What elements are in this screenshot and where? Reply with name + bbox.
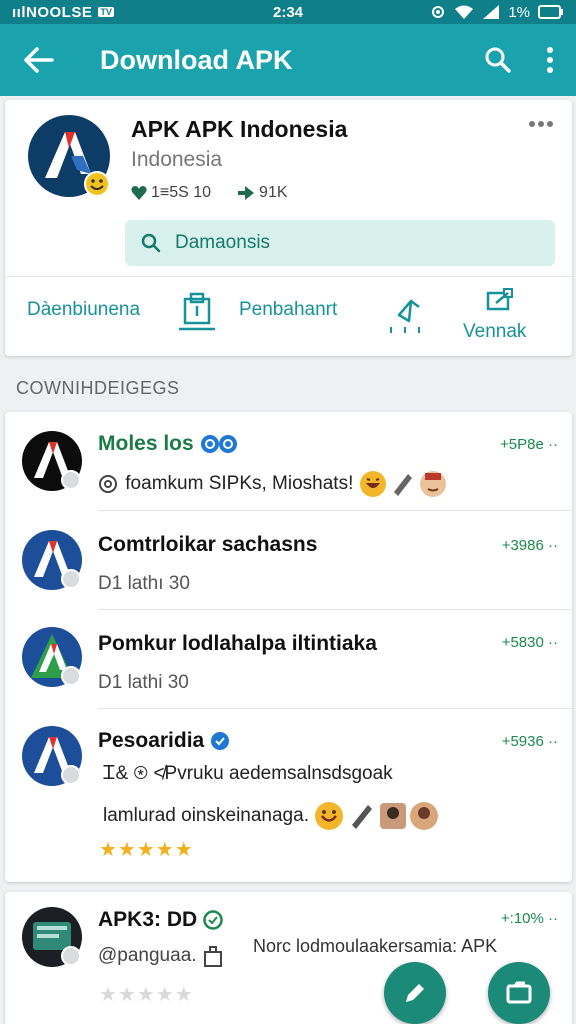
page-title: Download APK <box>100 45 472 76</box>
item-time: +5830 ·· <box>502 634 558 651</box>
profile-stats: 1≡5S 10 91K <box>131 184 288 202</box>
search-chip[interactable]: Damaonsis <box>125 220 555 266</box>
section-label: COWNIHDEIGEGS <box>16 378 180 399</box>
item-title: APK3: DD <box>98 908 223 932</box>
arrow-left-icon <box>24 47 54 73</box>
star-rating: ★★★★★ <box>99 837 194 862</box>
overflow-menu-button[interactable] <box>524 24 576 96</box>
item-title: Moles los <box>98 432 238 456</box>
item-text: Ꮖ& ⊛ ≮Pvruku aedemsalnsdsgoak <box>103 763 393 785</box>
settings-icon <box>430 4 446 20</box>
item-time: +5936 ·· <box>502 733 558 750</box>
wifi-icon <box>454 4 474 20</box>
likes-count: 1≡5S 10 <box>151 184 211 202</box>
item-title: Pomkur lodlahalpa iltintiaka <box>98 632 377 656</box>
item-text-2: Norc lodmoulaakersamia: APK <box>253 936 497 957</box>
avatar <box>21 626 83 688</box>
profile-card: APK APK Indonesia Indonesia 1≡5S 10 91K … <box>5 100 572 356</box>
pencil-icon <box>402 980 428 1006</box>
shares-count: 91K <box>259 184 287 202</box>
item-text: D1 lathi 30 <box>98 672 189 694</box>
more-vert-icon <box>546 47 554 73</box>
more-horiz-icon[interactable] <box>528 116 554 132</box>
star-rating: ★★★★★ <box>99 982 194 1007</box>
folder-icon <box>505 980 533 1006</box>
search-icon <box>141 233 161 253</box>
pen-emoji-icon <box>350 801 374 831</box>
avatar <box>21 529 83 591</box>
smiling-emoji-icon <box>314 801 344 831</box>
signal-icon <box>482 4 500 20</box>
share-arrow-icon[interactable] <box>387 291 427 335</box>
feed-card-bottom: APK3: DD +:10% ·· @panguaa. Norc lodmoul… <box>5 892 572 1024</box>
item-time: +:10% ·· <box>501 910 558 927</box>
search-icon <box>484 46 512 74</box>
avatar <box>21 725 83 787</box>
item-title: Comtrloikar sachasns <box>98 533 317 557</box>
carrier-label: ıılNOOLSE <box>12 4 92 21</box>
avatar <box>21 906 83 968</box>
item-title: Pesoaridia <box>98 729 230 753</box>
list-item[interactable]: APK3: DD +:10% ·· @panguaa. Norc lodmoul… <box>5 892 572 1024</box>
tv-badge: TV <box>98 7 114 17</box>
camera-icon <box>202 944 228 968</box>
item-text: @panguaa. <box>98 944 228 968</box>
item-text: D1 lathı 30 <box>98 573 190 595</box>
profile-name: APK APK Indonesia <box>131 116 347 143</box>
back-button[interactable] <box>0 24 78 96</box>
heart-icon <box>131 185 147 201</box>
list-item[interactable]: Pesoaridia +5936 ·· Ꮖ& ⊛ ≮Pvruku aedemsa… <box>5 709 572 882</box>
action-vennak[interactable]: Vennak <box>463 321 526 343</box>
external-link-icon[interactable] <box>485 287 515 313</box>
list-item[interactable]: Moles los +5P8e ·· foamkum SIPKs, Miosha… <box>5 412 572 510</box>
item-text-2: lamlurad oinskeinanaga. <box>103 801 439 831</box>
action-penbahan[interactable]: Penbahanrt <box>239 299 337 321</box>
verified-badge-icon <box>200 434 238 454</box>
folder-fab[interactable] <box>488 962 550 1024</box>
verified-badge-icon <box>210 731 230 751</box>
apk-indonesia-logo[interactable] <box>27 114 111 198</box>
item-time: +5P8e ·· <box>500 436 558 453</box>
laughing-emoji-icon <box>359 470 387 498</box>
verified-badge-icon <box>203 910 223 930</box>
status-bar: ıılNOOLSE TV 2:34 1% <box>0 0 576 24</box>
search-button[interactable] <box>472 24 524 96</box>
at-icon <box>98 474 120 494</box>
item-text: foamkum SIPKs, Mioshats! <box>98 470 447 498</box>
list-item[interactable]: Pomkur lodlahalpa iltintiaka +5830 ·· D1… <box>5 610 572 708</box>
face-emoji-icon <box>419 470 447 498</box>
pencil-emoji-icon <box>392 470 414 498</box>
battery-percent: 1% <box>508 4 530 21</box>
feed-list: Moles los +5P8e ·· foamkum SIPKs, Miosha… <box>5 412 572 882</box>
people-emoji-icon <box>379 801 439 831</box>
action-download[interactable]: Dàenbiunena <box>27 299 140 321</box>
compose-fab[interactable] <box>384 962 446 1024</box>
avatar <box>21 430 83 492</box>
item-time: +3986 ·· <box>502 537 558 554</box>
clipboard-icon[interactable] <box>177 289 217 333</box>
battery-icon <box>538 5 564 19</box>
share-icon <box>237 185 255 201</box>
profile-country: Indonesia <box>131 148 222 172</box>
list-item[interactable]: Comtrloikar sachasns +3986 ·· D1 lathı 3… <box>5 511 572 609</box>
search-chip-label: Damaonsis <box>175 232 270 254</box>
profile-actions: Dàenbiunena Penbahanrt Vennak <box>5 276 572 356</box>
app-bar: Download APK <box>0 24 576 96</box>
